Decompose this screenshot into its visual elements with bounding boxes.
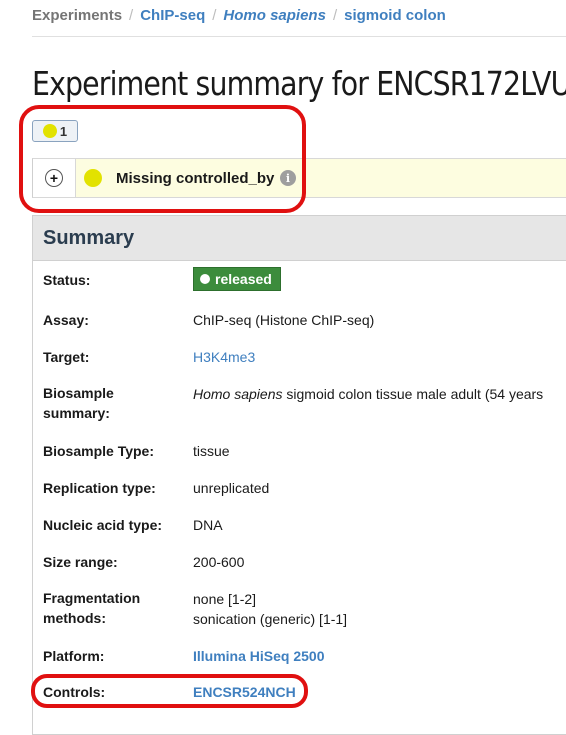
assay-value: ChIP-seq (Histone ChIP-seq) — [193, 312, 375, 328]
status-value: released — [215, 271, 272, 287]
status-badge: released — [193, 267, 281, 291]
breadcrumb-divider — [32, 36, 566, 37]
biosample-summary-label-line1: Biosample — [43, 385, 114, 401]
fragmentation-methods-label-line2: methods: — [43, 610, 106, 626]
controls-highlight-ring — [31, 674, 308, 708]
assay-label: Assay: — [43, 312, 89, 328]
summary-heading: Summary — [33, 216, 566, 261]
biosample-summary-label-line2: summary: — [43, 405, 110, 421]
audit-highlight-ring — [19, 105, 306, 213]
breadcrumb: Experiments / ChIP-seq / Homo sapiens / … — [32, 7, 446, 24]
nucleic-acid-type-value: DNA — [193, 517, 223, 533]
biosample-type-label: Biosample Type: — [43, 443, 154, 459]
nucleic-acid-type-label: Nucleic acid type: — [43, 517, 163, 533]
breadcrumb-separator: / — [212, 7, 217, 24]
biosample-summary-value: Homo sapiens sigmoid colon tissue male a… — [193, 384, 543, 404]
biosample-type-value: tissue — [193, 443, 230, 459]
size-range-value: 200-600 — [193, 554, 245, 570]
target-link[interactable]: H3K4me3 — [193, 347, 255, 367]
fragmentation-methods-label-line1: Fragmentation — [43, 590, 141, 606]
breadcrumb-sigmoid-colon[interactable]: sigmoid colon — [344, 7, 446, 24]
page-title: Experiment summary for ENCSR172LVU — [32, 64, 566, 103]
platform-link[interactable]: Illumina HiSeq 2500 — [193, 646, 325, 666]
size-range-label: Size range: — [43, 554, 118, 570]
breadcrumb-experiments[interactable]: Experiments — [32, 7, 122, 24]
breadcrumb-separator: / — [332, 7, 338, 24]
breadcrumb-chip-seq[interactable]: ChIP-seq — [140, 7, 205, 24]
fragmentation-methods-value-line1: none [1-2] — [193, 591, 257, 607]
replication-type-label: Replication type: — [43, 480, 156, 496]
fragmentation-methods-value-line2: sonication (generic) [1-1] — [193, 611, 348, 627]
status-label: Status: — [43, 272, 91, 288]
platform-label: Platform: — [43, 648, 105, 664]
breadcrumb-separator: / — [129, 7, 134, 24]
biosample-description: sigmoid colon tissue male adult (54 year… — [282, 386, 544, 402]
replication-type-value: unreplicated — [193, 480, 270, 496]
target-label: Target: — [43, 349, 90, 365]
status-dot-icon — [200, 274, 210, 284]
breadcrumb-homo-sapiens[interactable]: Homo sapiens — [223, 7, 326, 24]
biosample-species: Homo sapiens — [193, 386, 283, 402]
summary-panel: Summary Status: released Assay: ChIP-seq… — [32, 215, 566, 735]
